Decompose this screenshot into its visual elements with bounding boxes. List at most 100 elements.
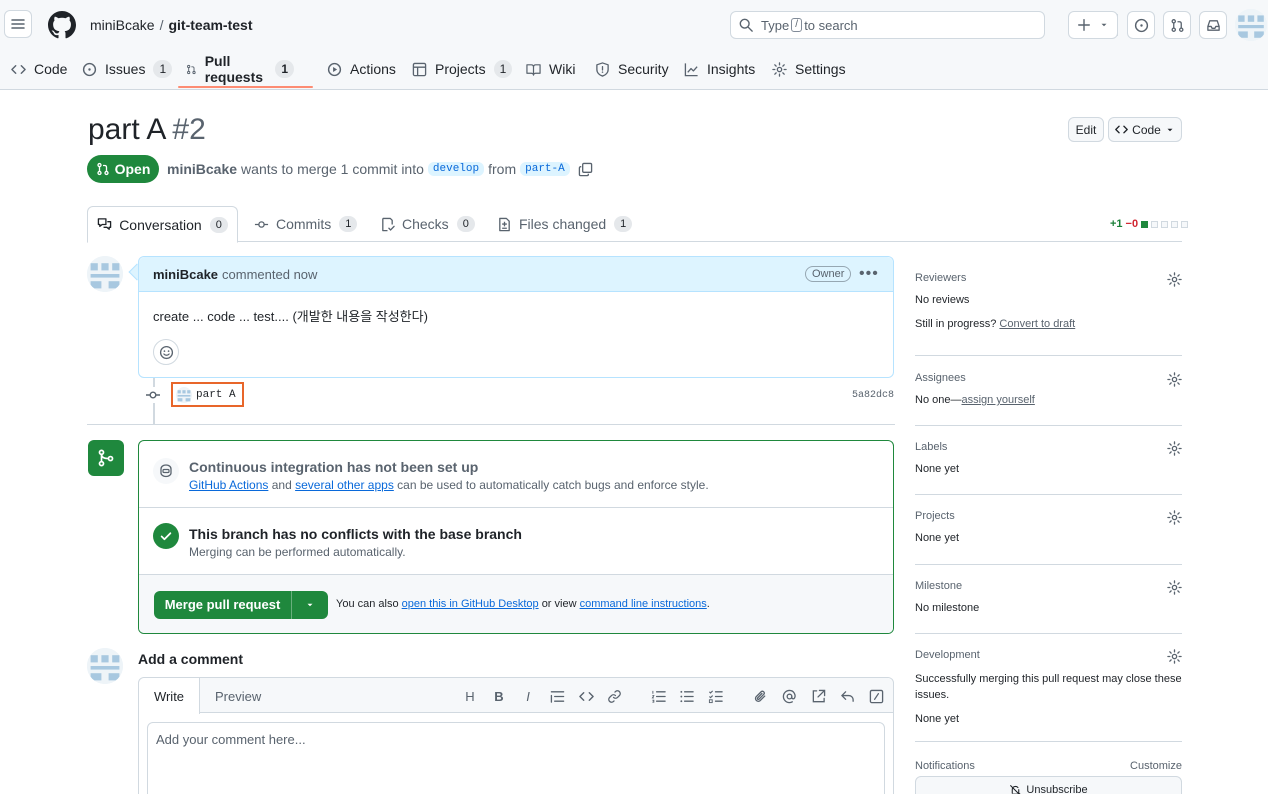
- ordered-list-icon[interactable]: [650, 688, 666, 704]
- breadcrumb-separator: /: [159, 17, 164, 33]
- italic-icon[interactable]: I: [520, 688, 536, 704]
- preview-tab[interactable]: Preview: [215, 678, 261, 714]
- tab-security[interactable]: Security: [595, 50, 669, 88]
- tab-wiki[interactable]: Wiki: [526, 50, 575, 88]
- gear-icon[interactable]: [1167, 649, 1182, 664]
- tab-code[interactable]: Code: [11, 50, 67, 88]
- tab-conversation[interactable]: Conversation 0: [87, 206, 238, 243]
- gear-icon[interactable]: [1167, 272, 1182, 287]
- copy-icon[interactable]: [578, 162, 593, 177]
- gear-icon[interactable]: [1167, 580, 1182, 595]
- menu-button[interactable]: [4, 10, 32, 38]
- commit-message-link[interactable]: part A: [196, 389, 236, 401]
- heading-icon[interactable]: H: [462, 688, 478, 704]
- tab-actions[interactable]: Actions: [327, 50, 396, 88]
- tab-files-changed[interactable]: Files changed 1: [497, 206, 633, 242]
- kebab-horizontal-icon[interactable]: •••: [859, 265, 879, 283]
- tab-counter: 1: [153, 60, 173, 78]
- write-tab[interactable]: Write: [139, 678, 200, 714]
- reviewers-title[interactable]: Reviewers: [915, 272, 1182, 284]
- tab-commits[interactable]: Commits 1: [254, 206, 358, 242]
- github-logo-icon[interactable]: [48, 11, 76, 39]
- search-input[interactable]: Type / to search: [730, 11, 1045, 39]
- identicon-icon: [1235, 9, 1267, 41]
- commit-sha-link[interactable]: 5a82dc8: [852, 390, 894, 401]
- slash-command-icon[interactable]: [868, 688, 884, 704]
- unordered-list-icon[interactable]: [678, 688, 694, 704]
- tab-settings[interactable]: Settings: [772, 50, 846, 88]
- ci-rest: can be used to automatically catch bugs …: [397, 478, 709, 492]
- inbox-button[interactable]: [1199, 11, 1227, 39]
- milestone-value: No milestone: [915, 602, 980, 614]
- commit-item[interactable]: part A: [171, 382, 244, 407]
- task-list-icon[interactable]: [707, 688, 723, 704]
- tab-projects[interactable]: Projects 1: [412, 50, 513, 88]
- comment-textarea[interactable]: Add your comment here...: [147, 722, 885, 794]
- code-dropdown-button[interactable]: Code: [1108, 117, 1182, 142]
- commit-event: [145, 387, 161, 406]
- tab-label: Settings: [795, 61, 846, 77]
- milestone-title[interactable]: Milestone: [915, 580, 1182, 592]
- current-user-avatar[interactable]: [87, 648, 123, 684]
- development-value: None yet: [915, 713, 960, 725]
- timeline-divider: [87, 424, 895, 425]
- reply-icon[interactable]: [839, 688, 855, 704]
- other-apps-link[interactable]: several other apps: [295, 478, 394, 492]
- tab-pull-requests[interactable]: Pull requests 1: [186, 50, 295, 88]
- assignees-title[interactable]: Assignees: [915, 372, 1182, 384]
- labels-title[interactable]: Labels: [915, 441, 1182, 453]
- pull-requests-button[interactable]: [1163, 11, 1191, 39]
- base-branch-link[interactable]: develop: [427, 162, 485, 176]
- pr-author-link[interactable]: miniBcake: [167, 161, 237, 177]
- add-reaction-button[interactable]: [153, 339, 179, 365]
- code-label: Code: [1132, 122, 1161, 137]
- head-branch-link[interactable]: part-A: [520, 162, 570, 176]
- comment-timestamp[interactable]: commented now: [222, 267, 317, 282]
- comment-author-avatar[interactable]: [87, 256, 123, 292]
- link-icon[interactable]: [606, 688, 622, 704]
- owner-link[interactable]: miniBcake: [90, 17, 155, 33]
- gear-icon[interactable]: [1167, 372, 1182, 387]
- paperclip-icon[interactable]: [752, 688, 768, 704]
- check-circle-icon: [153, 523, 179, 549]
- merge-alternatives: You can also open this in GitHub Desktop…: [336, 598, 710, 610]
- tab-insights[interactable]: Insights: [684, 50, 755, 88]
- code-icon[interactable]: [578, 688, 594, 704]
- customize-link[interactable]: Customize: [1130, 760, 1182, 772]
- development-title[interactable]: Development: [915, 649, 1182, 661]
- pr-number: #2: [172, 113, 206, 146]
- tab-issues[interactable]: Issues 1: [82, 50, 173, 88]
- projects-title[interactable]: Projects: [915, 510, 1182, 522]
- quote-icon[interactable]: [549, 688, 565, 704]
- search-shortcut-key: /: [791, 18, 803, 32]
- convert-to-draft-link[interactable]: Convert to draft: [999, 318, 1075, 330]
- command-line-link[interactable]: command line instructions: [580, 598, 707, 610]
- create-new-button[interactable]: [1068, 11, 1118, 39]
- comment-editor: Write Preview H B I Add your comment her…: [138, 677, 894, 794]
- assign-yourself-link[interactable]: assign yourself: [961, 394, 1034, 406]
- cross-reference-icon[interactable]: [810, 688, 826, 704]
- unsubscribe-button[interactable]: Unsubscribe: [915, 776, 1182, 794]
- triangle-down-icon: [307, 603, 313, 607]
- shield-icon: [596, 61, 609, 77]
- status-badge: Open: [87, 155, 159, 183]
- ci-description: GitHub Actions and several other apps ca…: [189, 478, 709, 492]
- merge-pull-request-button[interactable]: Merge pull request: [154, 591, 328, 619]
- open-desktop-link[interactable]: open this in GitHub Desktop: [402, 598, 539, 610]
- tab-label: Conversation: [119, 216, 202, 233]
- reviewers-value: No reviews: [915, 294, 970, 306]
- repo-link[interactable]: git-team-test: [168, 17, 252, 33]
- bold-icon[interactable]: B: [491, 688, 507, 704]
- mention-icon[interactable]: [781, 688, 797, 704]
- comment-author-link[interactable]: miniBcake: [153, 267, 218, 282]
- gear-icon[interactable]: [1167, 510, 1182, 525]
- gear-icon[interactable]: [1167, 441, 1182, 456]
- merge-status-icon: [88, 440, 124, 476]
- edit-title-button[interactable]: Edit: [1068, 117, 1104, 142]
- github-actions-link[interactable]: GitHub Actions: [189, 478, 268, 492]
- play-icon: [327, 62, 342, 76]
- merge-method-dropdown[interactable]: [292, 600, 328, 610]
- tab-checks[interactable]: Checks 0: [380, 206, 475, 242]
- issues-button[interactable]: [1127, 11, 1155, 39]
- user-avatar[interactable]: [1235, 9, 1267, 41]
